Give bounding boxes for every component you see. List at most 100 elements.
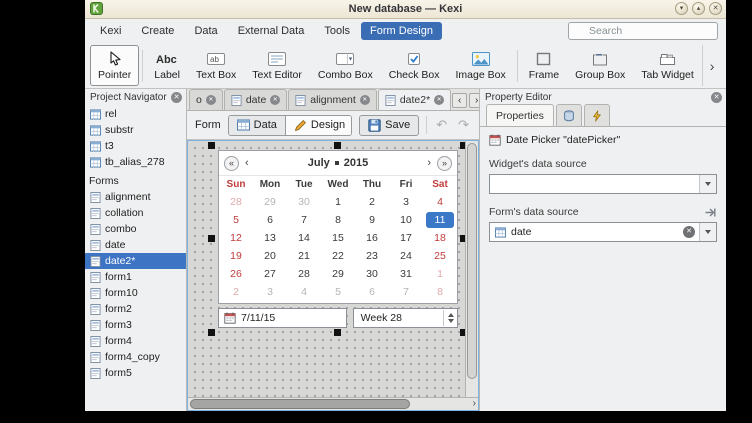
scroll-right-arrow[interactable]: › — [473, 398, 476, 410]
calendar-day-cell[interactable]: 21 — [287, 248, 321, 264]
undo-button[interactable]: ↶ — [434, 117, 449, 133]
navigator-item-form2[interactable]: form2 — [85, 301, 186, 317]
navigator-item-tb-alias-278[interactable]: tb_alias_278 — [85, 154, 186, 170]
selection-handle-top-center[interactable] — [334, 142, 341, 149]
calendar-day-cell[interactable]: 27 — [253, 266, 287, 282]
calendar-day-cell[interactable]: 1 — [423, 266, 457, 282]
tab-close-icon[interactable]: ✕ — [360, 95, 370, 105]
canvas-horizontal-scrollbar[interactable]: › — [188, 397, 478, 410]
calendar-prev-year-button[interactable]: « — [224, 156, 239, 171]
navigator-item-alignment[interactable]: alignment — [85, 189, 186, 205]
tool-button-frame[interactable]: Frame — [521, 45, 567, 86]
navigator-item-form5[interactable]: form5 — [85, 365, 186, 381]
menu-item-external-data[interactable]: External Data — [229, 22, 314, 40]
calendar-day-cell[interactable]: 4 — [423, 194, 457, 210]
calendar-day-cell[interactable]: 24 — [389, 248, 423, 264]
search-input[interactable] — [568, 22, 718, 40]
calendar-day-cell[interactable]: 2 — [355, 194, 389, 210]
form-menu-label[interactable]: Form — [195, 119, 221, 131]
tab-properties[interactable]: Properties — [486, 104, 554, 126]
calendar-day-cell[interactable]: 8 — [321, 212, 355, 228]
tab-data-source[interactable] — [556, 104, 582, 126]
tab-scroll-left-button[interactable]: ‹ — [452, 93, 467, 108]
widget-data-source-combo[interactable] — [489, 174, 717, 194]
tool-button-label[interactable]: AbcLabel — [146, 45, 188, 86]
navigator-item-substr[interactable]: substr — [85, 122, 186, 138]
tool-button-combo-box[interactable]: Combo Box — [310, 45, 381, 86]
navigator-item-form1[interactable]: form1 — [85, 269, 186, 285]
date-input[interactable]: 7/11/15 — [218, 308, 347, 328]
dropdown-arrow-icon[interactable] — [699, 223, 716, 241]
tab-close-icon[interactable]: ✕ — [270, 95, 280, 105]
navigator-item-rel[interactable]: rel — [85, 106, 186, 122]
navigator-item-combo[interactable]: combo — [85, 221, 186, 237]
tool-button-tab-widget[interactable]: Tab Widget — [633, 45, 702, 86]
calendar-day-cell[interactable]: 30 — [355, 266, 389, 282]
design-view-button[interactable]: Design — [285, 116, 352, 135]
selection-handle-mid-left[interactable] — [208, 235, 215, 242]
calendar-day-cell[interactable]: 26 — [219, 266, 253, 282]
redo-button[interactable]: ↷ — [456, 117, 471, 133]
navigator-close-icon[interactable]: ✕ — [171, 92, 182, 103]
tab-close-icon[interactable]: ✕ — [434, 95, 444, 105]
calendar-day-cell[interactable]: 17 — [389, 230, 423, 246]
tool-button-text-editor[interactable]: Text Editor — [244, 45, 310, 86]
navigator-item-collation[interactable]: collation — [85, 205, 186, 221]
tool-button-pointer[interactable]: Pointer — [90, 45, 139, 86]
tool-button-group-box[interactable]: Group Box — [567, 45, 633, 86]
calendar-month-label[interactable]: July — [308, 157, 330, 169]
calendar-day-cell[interactable]: 1 — [321, 194, 355, 210]
tab-close-icon[interactable]: ✕ — [206, 95, 216, 105]
titlebar[interactable]: New database — Kexi ▾ ▴ ✕ — [85, 0, 726, 19]
calendar-day-cell[interactable]: 5 — [219, 212, 253, 228]
document-tab-date2[interactable]: date2*✕ — [378, 89, 451, 110]
calendar-day-cell[interactable]: 6 — [253, 212, 287, 228]
calendar-day-cell[interactable]: 10 — [389, 212, 423, 228]
selection-handle-bottom-center[interactable] — [334, 329, 341, 336]
menu-item-tools[interactable]: Tools — [315, 22, 359, 40]
vertical-scroll-thumb[interactable] — [467, 143, 477, 379]
menu-item-kexi[interactable]: Kexi — [91, 22, 130, 40]
document-tab-date[interactable]: date✕ — [224, 89, 287, 110]
week-selector[interactable]: Week 28 — [353, 308, 458, 328]
calendar-day-cell[interactable]: 30 — [287, 194, 321, 210]
navigator-item-form4-copy[interactable]: form4_copy — [85, 349, 186, 365]
tool-button-check-box[interactable]: Check Box — [381, 45, 448, 86]
calendar-day-cell[interactable]: 29 — [321, 266, 355, 282]
maximize-button[interactable]: ▴ — [692, 2, 705, 15]
navigator-item-date[interactable]: date — [85, 237, 186, 253]
calendar-day-cell[interactable]: 23 — [355, 248, 389, 264]
calendar-day-cell[interactable]: 28 — [287, 266, 321, 282]
calendar-day-cell[interactable]: 31 — [389, 266, 423, 282]
navigator-item-form10[interactable]: form10 — [85, 285, 186, 301]
horizontal-scroll-thumb[interactable] — [190, 399, 410, 409]
selection-handle-top-left[interactable] — [208, 142, 215, 149]
calendar-day-cell[interactable]: 4 — [287, 284, 321, 300]
calendar-day-cell[interactable]: 11 — [426, 212, 454, 228]
calendar-day-cell[interactable]: 15 — [321, 230, 355, 246]
calendar-prev-month-button[interactable]: ‹ — [243, 157, 251, 169]
calendar-day-cell[interactable]: 20 — [253, 248, 287, 264]
calendar-day-cell[interactable]: 12 — [219, 230, 253, 246]
minimize-button[interactable]: ▾ — [675, 2, 688, 15]
spin-down-icon[interactable] — [448, 319, 454, 323]
tab-events[interactable] — [584, 104, 610, 126]
tab-scroll-right-button[interactable]: › — [469, 93, 479, 108]
calendar-day-cell[interactable]: 3 — [253, 284, 287, 300]
calendar-day-cell[interactable]: 5 — [321, 284, 355, 300]
calendar-widget[interactable]: « ‹ July 2015 › » SunMonTueWedThuF — [218, 150, 458, 304]
canvas-vertical-scrollbar[interactable] — [465, 141, 478, 397]
calendar-day-cell[interactable]: 28 — [219, 194, 253, 210]
calendar-day-cell[interactable]: 22 — [321, 248, 355, 264]
navigator-item-date2[interactable]: date2* — [85, 253, 186, 269]
clear-data-source-icon[interactable]: ✕ — [683, 226, 695, 238]
calendar-day-cell[interactable]: 25 — [423, 248, 457, 264]
document-tab-o[interactable]: o✕ — [189, 89, 223, 110]
calendar-day-cell[interactable]: 16 — [355, 230, 389, 246]
form-data-source-combo[interactable]: date ✕ — [489, 222, 717, 242]
calendar-day-cell[interactable]: 19 — [219, 248, 253, 264]
calendar-day-cell[interactable]: 8 — [423, 284, 457, 300]
calendar-day-cell[interactable]: 6 — [355, 284, 389, 300]
week-spin-buttons[interactable] — [443, 310, 454, 326]
calendar-day-cell[interactable]: 2 — [219, 284, 253, 300]
